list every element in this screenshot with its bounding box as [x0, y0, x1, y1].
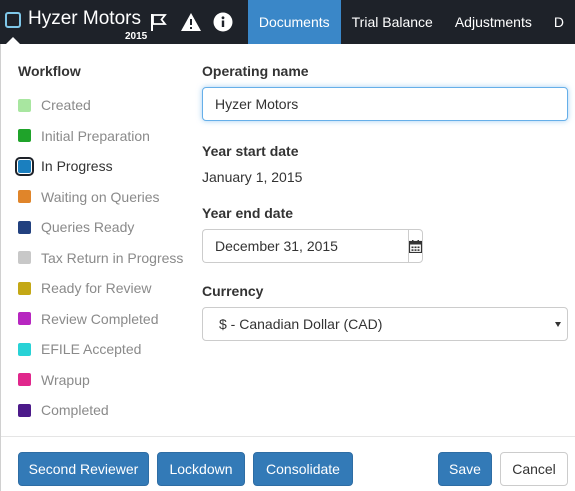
status-color-swatch — [18, 190, 31, 204]
workflow-item-label: Review Completed — [41, 310, 159, 327]
calendar-button[interactable] — [408, 229, 423, 263]
workflow-item[interactable]: Initial Preparation — [18, 121, 183, 152]
year-start-label: Year start date — [202, 143, 299, 159]
workflow-item[interactable]: Tax Return in Progress — [18, 243, 183, 274]
dropdown-arrow-icon — [555, 322, 561, 327]
caret-up-icon — [6, 37, 20, 44]
status-square-icon — [5, 12, 21, 28]
calendar-icon — [409, 239, 422, 253]
year-end-input[interactable] — [202, 229, 408, 263]
currency-select[interactable]: $ - Canadian Dollar (CAD) — [202, 307, 568, 341]
flag-icon — [150, 14, 167, 31]
workflow-item[interactable]: Wrapup — [18, 365, 183, 396]
workflow-item-label: Initial Preparation — [41, 127, 150, 144]
workflow-item[interactable]: EFILE Accepted — [18, 334, 183, 365]
nav-tab[interactable]: D — [543, 0, 575, 44]
year-end-label: Year end date — [202, 205, 294, 221]
second-reviewer-button[interactable]: Second Reviewer — [18, 452, 149, 486]
year-start-value: January 1, 2015 — [202, 169, 303, 185]
status-color-swatch — [18, 312, 31, 326]
year-end-date-picker — [202, 229, 423, 263]
warning-button[interactable] — [174, 0, 207, 44]
operating-name-input[interactable] — [202, 87, 568, 121]
currency-label: Currency — [202, 283, 264, 299]
workflow-item-label: In Progress — [41, 158, 113, 175]
currency-value: $ - Canadian Dollar (CAD) — [219, 316, 383, 332]
status-color-swatch — [18, 281, 31, 295]
lockdown-button[interactable]: Lockdown — [157, 452, 245, 486]
workflow-item-label: Ready for Review — [41, 280, 152, 297]
status-color-swatch — [18, 98, 31, 112]
workflow-item[interactable]: In Progress — [15, 151, 183, 182]
save-button[interactable]: Save — [438, 452, 492, 486]
nav-tab[interactable]: Documents — [247, 0, 341, 44]
status-color-swatch — [18, 373, 31, 387]
workflow-list: Created Initial Preparation In Progress Wai… — [15, 90, 183, 426]
status-color-swatch — [18, 251, 31, 265]
cancel-button[interactable]: Cancel — [500, 452, 568, 486]
info-button[interactable] — [207, 0, 240, 44]
workflow-item-label: Tax Return in Progress — [41, 249, 184, 266]
status-color-swatch — [18, 403, 31, 417]
engagement-brand[interactable]: Hyzer Motors 2015 — [0, 0, 147, 44]
status-color-swatch — [18, 220, 31, 234]
nav-tab[interactable]: Trial Balance — [341, 0, 444, 44]
status-color-swatch — [18, 129, 31, 143]
workflow-item[interactable]: Ready for Review — [18, 273, 183, 304]
warning-icon — [180, 13, 201, 31]
info-icon — [213, 12, 233, 32]
nav-tab[interactable]: Adjustments — [444, 0, 543, 44]
workflow-title: Workflow — [18, 63, 81, 79]
engagement-form: Operating name Year start date January 1… — [202, 63, 568, 341]
status-color-swatch — [18, 342, 31, 356]
workflow-item-label: Wrapup — [41, 371, 90, 388]
workflow-item-label: EFILE Accepted — [41, 341, 142, 358]
workflow-item[interactable]: Queries Ready — [18, 212, 183, 243]
workflow-item[interactable]: Review Completed — [18, 304, 183, 335]
workflow-item[interactable]: Created — [18, 90, 183, 121]
consolidate-button[interactable]: Consolidate — [253, 452, 353, 486]
status-color-swatch — [15, 156, 34, 176]
footer-divider — [1, 436, 575, 437]
workflow-item-label: Queries Ready — [41, 219, 135, 236]
workflow-item-label: Waiting on Queries — [41, 188, 160, 205]
workflow-item[interactable]: Completed — [18, 395, 183, 426]
engagement-year: 2015 — [125, 31, 148, 42]
company-name: Hyzer Motors — [28, 8, 141, 29]
workflow-item-label: Completed — [41, 402, 109, 419]
panel-border — [0, 44, 1, 491]
workflow-item-label: Created — [41, 97, 91, 114]
workflow-item[interactable]: Waiting on Queries — [18, 182, 183, 213]
operating-name-label: Operating name — [202, 63, 309, 79]
top-nav-bar: Hyzer Motors 2015 Documents Trial Balance… — [0, 0, 575, 44]
